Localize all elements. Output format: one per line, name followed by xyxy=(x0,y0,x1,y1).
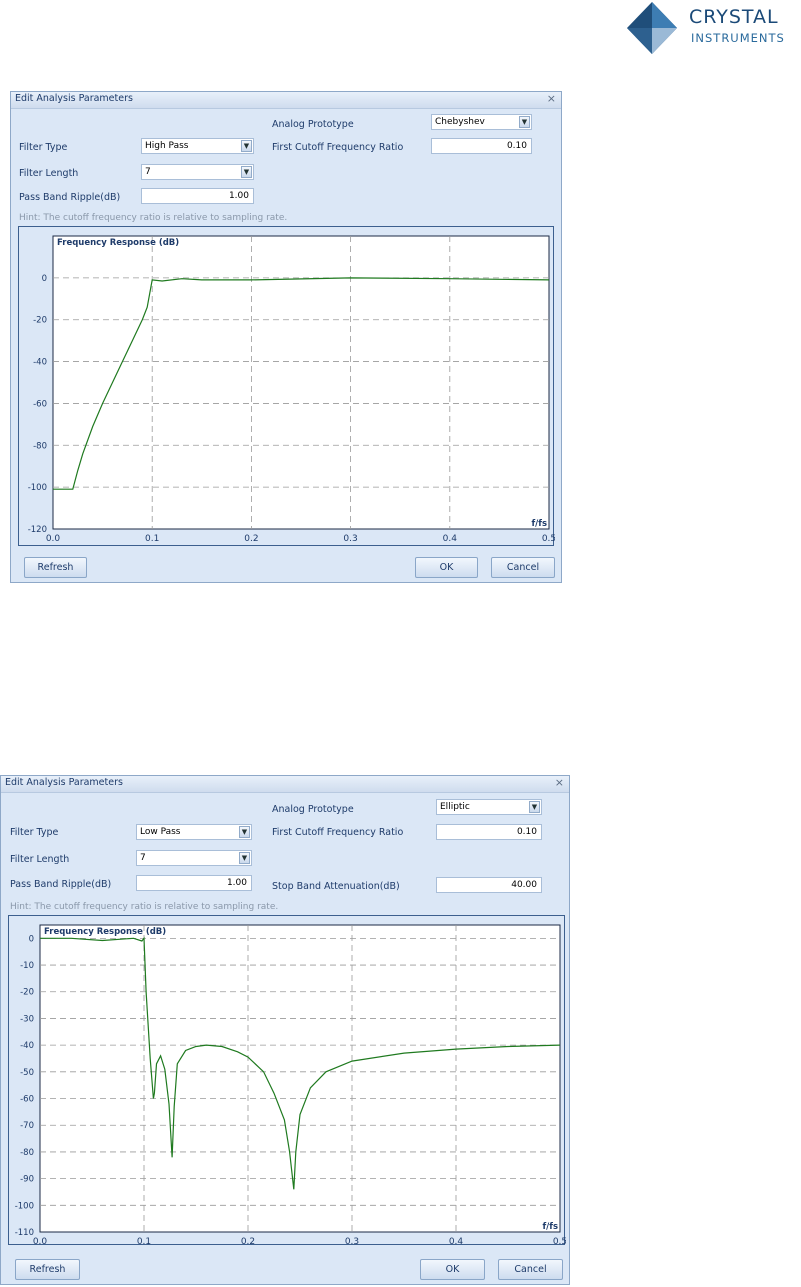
filter-length-select[interactable]: 7 ▼ xyxy=(136,850,252,866)
x-tick-label: 0.0 xyxy=(33,1237,48,1246)
y-tick-label: -120 xyxy=(28,525,47,535)
cancel-button[interactable]: Cancel xyxy=(498,1259,563,1280)
frequency-response-chart: 0.0 0.1 0.2 0.3 0.4 0.5 0 -10 -20 -30 -40 -50 -60 -70… xyxy=(8,915,566,1246)
filter-length-value: 7 xyxy=(140,853,146,863)
brand-name: CRYSTAL xyxy=(689,6,779,28)
plot-area xyxy=(52,235,550,530)
first-cutoff-input[interactable]: 0.10 xyxy=(431,138,532,154)
chevron-down-icon[interactable]: ▼ xyxy=(241,140,252,152)
analog-prototype-label: Analog Prototype xyxy=(272,119,354,130)
filter-length-label: Filter Length xyxy=(19,168,79,179)
y-tick-label: -10 xyxy=(20,961,34,971)
y-tick-label: -40 xyxy=(20,1041,34,1051)
edit-analysis-dialog-elliptic: Edit Analysis Parameters × Analog Protot… xyxy=(0,775,570,1285)
frequency-response-plot: 0.0 0.1 0.2 0.3 0.4 0.5 0 -20 -40 -60 -80 -100 -120 F… xyxy=(28,235,555,544)
chart-title: Frequency Response (dB) xyxy=(57,238,179,248)
first-cutoff-input[interactable]: 0.10 xyxy=(436,824,542,840)
stop-band-attenuation-label: Stop Band Attenuation(dB) xyxy=(272,881,400,892)
pass-band-ripple-label: Pass Band Ripple(dB) xyxy=(10,879,112,890)
filter-type-label: Filter Type xyxy=(19,142,68,153)
analog-prototype-select[interactable]: Elliptic ▼ xyxy=(436,799,542,815)
cancel-button[interactable]: Cancel xyxy=(491,557,555,578)
y-tick-label: -20 xyxy=(33,316,47,326)
x-axis-label: f/fs xyxy=(542,1222,558,1232)
refresh-button[interactable]: Refresh xyxy=(15,1259,80,1280)
chevron-down-icon[interactable]: ▼ xyxy=(239,852,250,864)
brand-subname: INSTRUMENTS xyxy=(691,31,785,45)
y-tick-label: -20 xyxy=(20,988,34,998)
refresh-button[interactable]: Refresh xyxy=(24,557,87,578)
filter-length-label: Filter Length xyxy=(10,854,70,865)
y-tick-label: -90 xyxy=(20,1175,34,1185)
filter-type-value: High Pass xyxy=(145,141,189,151)
dialog-title: Edit Analysis Parameters xyxy=(15,93,133,104)
frequency-response-chart: 0.0 0.1 0.2 0.3 0.4 0.5 0 -20 -40 -60 -80 -100 -120 F… xyxy=(18,226,555,546)
y-tick-label: -30 xyxy=(20,1014,34,1024)
x-tick-label: 0.4 xyxy=(449,1237,464,1246)
x-axis-label: f/fs xyxy=(531,519,547,529)
hint-text: Hint: The cutoff frequency ratio is rela… xyxy=(10,902,279,912)
pass-band-ripple-input[interactable]: 1.00 xyxy=(136,875,252,891)
x-tick-label: 0.1 xyxy=(137,1237,151,1246)
x-tick-label: 0.5 xyxy=(553,1237,566,1246)
y-tick-label: -50 xyxy=(20,1068,34,1078)
chevron-down-icon[interactable]: ▼ xyxy=(519,116,530,128)
dialog-titlebar: Edit Analysis Parameters × xyxy=(11,92,561,109)
y-tick-label: -60 xyxy=(33,399,47,409)
dialog-title: Edit Analysis Parameters xyxy=(5,777,123,788)
y-tick-label: -80 xyxy=(20,1148,34,1158)
y-tick-label: -100 xyxy=(15,1201,34,1211)
y-tick-label: -110 xyxy=(15,1228,34,1238)
x-tick-label: 0.5 xyxy=(542,534,555,544)
chevron-down-icon[interactable]: ▼ xyxy=(529,801,540,813)
y-tick-label: -70 xyxy=(20,1121,34,1131)
filter-length-value: 7 xyxy=(145,167,151,177)
y-tick-label: -40 xyxy=(33,358,47,368)
x-tick-label: 0.4 xyxy=(443,534,458,544)
filter-length-select[interactable]: 7 ▼ xyxy=(141,164,254,180)
y-tick-label: -100 xyxy=(28,483,47,493)
plot-area xyxy=(39,924,561,1233)
x-tick-label: 0.0 xyxy=(46,534,61,544)
x-tick-label: 0.3 xyxy=(343,534,357,544)
x-tick-label: 0.3 xyxy=(345,1237,359,1246)
first-cutoff-label: First Cutoff Frequency Ratio xyxy=(272,827,404,838)
chevron-down-icon[interactable]: ▼ xyxy=(241,166,252,178)
y-tick-label: -60 xyxy=(20,1095,34,1105)
crystal-logo-icon xyxy=(627,2,677,54)
close-icon[interactable]: × xyxy=(547,92,556,105)
analog-prototype-label: Analog Prototype xyxy=(272,804,354,815)
x-tick-label: 0.2 xyxy=(241,1237,255,1246)
ok-button[interactable]: OK xyxy=(415,557,478,578)
analog-prototype-value: Chebyshev xyxy=(435,117,485,127)
ok-button[interactable]: OK xyxy=(420,1259,485,1280)
filter-type-select[interactable]: Low Pass ▼ xyxy=(136,824,252,840)
filter-type-label: Filter Type xyxy=(10,827,59,838)
y-tick-label: 0 xyxy=(29,934,34,944)
stop-band-attenuation-input[interactable]: 40.00 xyxy=(436,877,542,893)
hint-text: Hint: The cutoff frequency ratio is rela… xyxy=(19,213,288,223)
filter-type-select[interactable]: High Pass ▼ xyxy=(141,138,254,154)
filter-type-value: Low Pass xyxy=(140,827,181,837)
pass-band-ripple-input[interactable]: 1.00 xyxy=(141,188,254,204)
crystal-instruments-logo: CRYSTAL INSTRUMENTS xyxy=(625,0,801,56)
frequency-response-plot: 0.0 0.1 0.2 0.3 0.4 0.5 0 -10 -20 -30 -40 -50 -60 -70… xyxy=(15,924,566,1246)
y-tick-label: 0 xyxy=(42,274,47,284)
chevron-down-icon[interactable]: ▼ xyxy=(239,826,250,838)
close-icon[interactable]: × xyxy=(555,776,564,789)
first-cutoff-label: First Cutoff Frequency Ratio xyxy=(272,142,404,153)
analog-prototype-value: Elliptic xyxy=(440,802,470,812)
chart-title: Frequency Response (dB) xyxy=(44,927,166,937)
x-tick-label: 0.1 xyxy=(145,534,159,544)
y-tick-label: -80 xyxy=(33,441,47,451)
analog-prototype-select[interactable]: Chebyshev ▼ xyxy=(431,114,532,130)
dialog-titlebar: Edit Analysis Parameters × xyxy=(1,776,569,793)
x-tick-label: 0.2 xyxy=(244,534,258,544)
edit-analysis-dialog-chebyshev: Edit Analysis Parameters × Analog Protot… xyxy=(10,91,562,583)
pass-band-ripple-label: Pass Band Ripple(dB) xyxy=(19,192,121,203)
